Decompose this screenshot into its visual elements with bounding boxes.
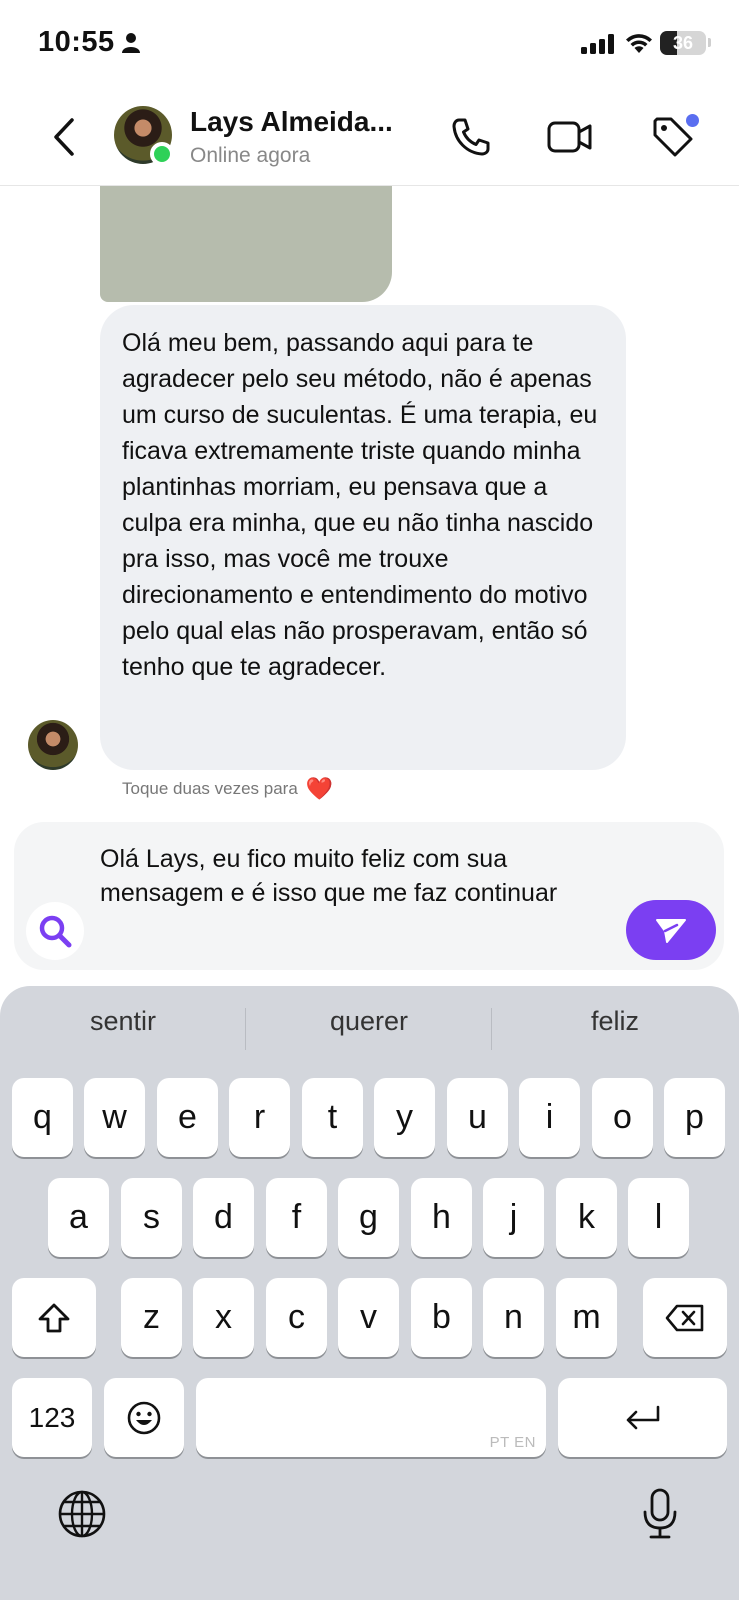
contact-name[interactable]: Lays Almeida... <box>190 106 393 138</box>
message-composer[interactable]: Olá Lays, eu fico muito feliz com sua me… <box>14 822 724 970</box>
video-camera-icon <box>547 121 592 153</box>
heart-icon: ❤️ <box>305 776 334 801</box>
keyboard: sentir querer feliz q w e r t y u i o p … <box>0 986 739 1600</box>
language-hint: PT EN <box>489 1434 536 1451</box>
key-u[interactable]: u <box>447 1078 508 1157</box>
double-tap-hint: Toque duas vezes para ❤️ <box>122 778 333 800</box>
microphone-icon <box>643 1488 677 1539</box>
notification-dot <box>686 114 699 127</box>
return-icon <box>626 1405 659 1429</box>
backspace-icon <box>665 1304 704 1331</box>
space-key[interactable]: PT EN <box>196 1378 546 1457</box>
battery-indicator: 36 <box>660 31 706 55</box>
shift-icon <box>38 1303 70 1332</box>
message-text: Olá meu bem, passando aqui para te agrad… <box>122 329 598 681</box>
key-w[interactable]: w <box>84 1078 145 1157</box>
numbers-key[interactable]: 123 <box>12 1378 92 1457</box>
message-bubble[interactable]: Olá meu bem, passando aqui para te agrad… <box>100 305 626 770</box>
key-o[interactable]: o <box>592 1078 653 1157</box>
call-button[interactable] <box>446 112 496 162</box>
key-z[interactable]: z <box>121 1278 182 1357</box>
tag-button[interactable] <box>646 110 700 164</box>
wifi-icon <box>626 34 652 53</box>
search-icon <box>39 915 72 948</box>
image-message[interactable] <box>100 186 392 302</box>
video-call-button[interactable] <box>543 112 597 162</box>
key-v[interactable]: v <box>338 1278 399 1357</box>
key-a[interactable]: a <box>48 1178 109 1257</box>
contact-status: Online agora <box>190 144 311 167</box>
chevron-left-icon <box>54 118 74 156</box>
person-icon <box>122 33 140 53</box>
return-key[interactable] <box>558 1378 727 1457</box>
status-bar: 10:55 36 <box>0 0 739 90</box>
send-button[interactable] <box>626 900 716 960</box>
suggestion-bar: sentir querer feliz <box>0 986 739 1062</box>
key-y[interactable]: y <box>374 1078 435 1157</box>
key-t[interactable]: t <box>302 1078 363 1157</box>
key-x[interactable]: x <box>193 1278 254 1357</box>
globe-button[interactable] <box>54 1486 110 1542</box>
key-s[interactable]: s <box>121 1178 182 1257</box>
suggestion-2[interactable]: querer <box>246 1006 492 1037</box>
key-c[interactable]: c <box>266 1278 327 1357</box>
key-f[interactable]: f <box>266 1178 327 1257</box>
battery-percent: 36 <box>672 33 694 53</box>
phone-icon <box>452 118 490 156</box>
key-r[interactable]: r <box>229 1078 290 1157</box>
shift-key[interactable] <box>12 1278 96 1357</box>
contact-avatar-wrap[interactable] <box>114 106 174 166</box>
chat-header: Lays Almeida... Online agora <box>0 90 739 186</box>
suggestion-1[interactable]: sentir <box>0 1006 246 1037</box>
key-m[interactable]: m <box>556 1278 617 1357</box>
key-l[interactable]: l <box>628 1178 689 1257</box>
key-j[interactable]: j <box>483 1178 544 1257</box>
cellular-signal-icon <box>581 34 614 54</box>
key-d[interactable]: d <box>193 1178 254 1257</box>
online-indicator <box>150 142 174 166</box>
key-e[interactable]: e <box>157 1078 218 1157</box>
emoji-icon <box>127 1401 161 1434</box>
key-b[interactable]: b <box>411 1278 472 1357</box>
key-g[interactable]: g <box>338 1178 399 1257</box>
key-i[interactable]: i <box>519 1078 580 1157</box>
key-h[interactable]: h <box>411 1178 472 1257</box>
sender-avatar[interactable] <box>28 720 78 770</box>
search-button[interactable] <box>26 902 84 960</box>
key-n[interactable]: n <box>483 1278 544 1357</box>
battery-cap <box>708 38 711 47</box>
microphone-button[interactable] <box>634 1484 686 1544</box>
status-time: 10:55 <box>38 26 115 58</box>
emoji-key[interactable] <box>104 1378 184 1457</box>
delete-key[interactable] <box>643 1278 727 1357</box>
key-p[interactable]: p <box>664 1078 725 1157</box>
key-q[interactable]: q <box>12 1078 73 1157</box>
suggestion-3[interactable]: feliz <box>492 1006 738 1037</box>
double-tap-text: Toque duas vezes para <box>122 779 298 798</box>
globe-icon <box>58 1490 106 1538</box>
message-input[interactable]: Olá Lays, eu fico muito feliz com sua me… <box>100 842 600 910</box>
key-k[interactable]: k <box>556 1178 617 1257</box>
back-button[interactable] <box>44 110 84 164</box>
send-icon <box>656 919 686 943</box>
